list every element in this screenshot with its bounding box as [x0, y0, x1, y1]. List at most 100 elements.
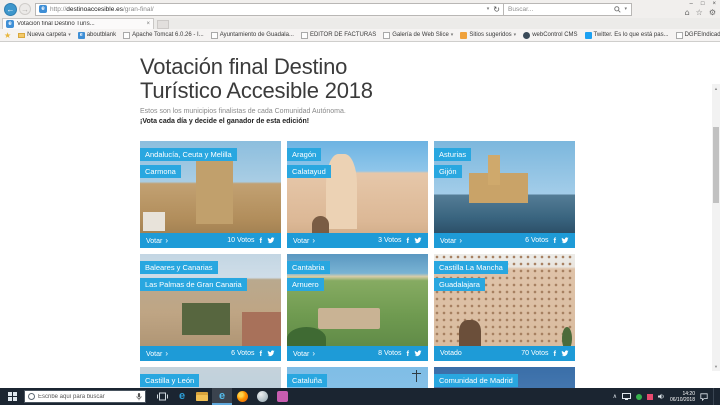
facebook-icon[interactable]: f [407, 236, 410, 245]
speaker-icon[interactable] [658, 393, 665, 400]
region-label: Cantabria [287, 261, 330, 274]
taskbar-search-placeholder: Escribe aquí para buscar [38, 394, 133, 400]
maximize-button[interactable]: □ [701, 0, 705, 8]
clock[interactable]: 14:2006/10/2018 [670, 391, 695, 403]
system-tray: ∧ 14:2006/10/2018 [613, 388, 720, 405]
favorite-ayuntamiento[interactable]: Ayuntamiento de Guadala... [211, 32, 294, 39]
start-button[interactable] [0, 388, 24, 405]
card-las-palmas[interactable]: Baleares y CanariasLas Palmas de Gran Ca… [140, 254, 281, 361]
votar-button[interactable]: Votar› [146, 237, 168, 245]
back-button[interactable]: ← [4, 3, 17, 16]
favorite-apache-tomcat[interactable]: Apache Tomcat 6.0.26 - I... [123, 32, 204, 39]
notification-center-icon[interactable] [700, 393, 708, 401]
edge-taskbar-button[interactable]: e [172, 388, 192, 405]
tray-chevron-up-icon[interactable]: ∧ [613, 394, 617, 400]
favorite-sitios-sugeridos[interactable]: Sitios sugeridos▾ [460, 32, 516, 39]
twitter-icon[interactable] [267, 237, 275, 244]
region-label: Castilla y León [140, 374, 199, 387]
vote-count: 70 Votos [521, 350, 548, 357]
favorite-web-slice[interactable]: Galería de Web Slice▾ [383, 32, 453, 39]
favorite-nueva-carpeta[interactable]: Nueva carpeta▾ [18, 32, 71, 38]
favorite-label: Twitter. Es lo que está pas... [594, 32, 669, 38]
twitter-icon[interactable] [267, 350, 275, 357]
search-dropdown-caret-icon[interactable]: ▾ [624, 6, 627, 12]
region-label: Andalucía, Ceuta y Melilla [140, 148, 237, 161]
facebook-icon[interactable]: f [407, 349, 410, 358]
card-comunidad-de-madrid[interactable]: Comunidad de Madrid [434, 367, 575, 388]
refresh-icon[interactable]: ↻ [493, 5, 500, 14]
favorites-star-icon[interactable]: ☆ [696, 8, 703, 17]
card-calatayud[interactable]: AragónCalatayud Votar› 3 Votosf [287, 141, 428, 248]
scrollbar[interactable]: ▲ ▼ [712, 84, 720, 371]
firefox-taskbar-button[interactable] [232, 388, 252, 405]
search-placeholder: Buscar... [508, 6, 533, 13]
scrollbar-thumb[interactable] [713, 127, 719, 203]
favorite-label: Apache Tomcat 6.0.26 - I... [132, 32, 204, 38]
search-box[interactable]: Buscar... ▾ [504, 3, 632, 16]
home-icon[interactable]: ⌂ [685, 8, 690, 17]
favorites-bar-star-icon[interactable]: ★ [4, 31, 11, 40]
internet-explorer-taskbar-button[interactable]: e [212, 388, 232, 405]
purple-app-taskbar-button[interactable] [272, 388, 292, 405]
new-tab-button[interactable] [157, 20, 169, 29]
tab-close-icon[interactable]: × [146, 21, 150, 27]
minimize-button[interactable]: – [690, 0, 693, 8]
favorite-label: EDITOR DE FACTURAS [310, 32, 376, 38]
votar-button[interactable]: Votar› [440, 237, 462, 245]
url-text[interactable]: http://destinoaccesible.es/gran-final/ [50, 6, 154, 13]
card-guadalajara[interactable]: Castilla La ManchaGuadalajara Votado 70 … [434, 254, 575, 361]
page-icon [211, 32, 218, 39]
scroll-down-icon[interactable]: ▼ [712, 362, 720, 371]
page-icon [123, 32, 130, 39]
card-footer: Votar› 6 Votos f [140, 346, 281, 361]
scroll-up-icon[interactable]: ▲ [712, 84, 720, 93]
close-button[interactable]: × [712, 0, 716, 8]
taskbar: Escribe aquí para buscar e e ∧ 14:2006/1… [0, 388, 720, 405]
facebook-icon[interactable]: f [554, 349, 557, 358]
gray-app-taskbar-button[interactable] [252, 388, 272, 405]
green-app-tray-icon[interactable] [636, 394, 642, 400]
twitter-icon[interactable] [561, 350, 569, 357]
facebook-icon[interactable]: f [260, 349, 263, 358]
votar-button[interactable]: Votar› [146, 350, 168, 358]
file-explorer-taskbar-button[interactable] [192, 388, 212, 405]
taskbar-search[interactable]: Escribe aquí para buscar [24, 390, 146, 403]
favorite-twitter[interactable]: Twitter. Es lo que está pas... [585, 32, 669, 39]
chevron-right-icon: › [459, 236, 462, 245]
favorite-label: Ayuntamiento de Guadala... [220, 32, 294, 38]
card-arnuero[interactable]: CantabriaArnuero Votar› 8 Votosf [287, 254, 428, 361]
card-castilla-y-leon[interactable]: Castilla y León [140, 367, 281, 388]
twitter-icon[interactable] [414, 237, 422, 244]
show-desktop-button[interactable] [713, 388, 716, 405]
vote-count: 3 Votos [378, 237, 401, 244]
twitter-icon[interactable] [414, 350, 422, 357]
favorite-webcontrol-cms[interactable]: webControl CMS [523, 32, 577, 39]
city-label: Guadalajara [434, 278, 485, 291]
region-label: Castilla La Mancha [434, 261, 508, 274]
display-icon[interactable] [622, 393, 631, 400]
card-gijon[interactable]: AsturiasGijón Votar› 6 Votosf [434, 141, 575, 248]
task-view-button[interactable] [152, 388, 172, 405]
vote-count: 6 Votos [231, 350, 254, 357]
red-app-tray-icon[interactable] [647, 394, 653, 400]
votar-button[interactable]: Votar› [293, 237, 315, 245]
search-magnifier-icon[interactable] [614, 6, 621, 13]
twitter-icon[interactable] [561, 237, 569, 244]
facebook-icon[interactable]: f [554, 236, 557, 245]
favorite-editor-facturas[interactable]: EDITOR DE FACTURAS [301, 32, 376, 39]
task-view-icon [157, 392, 168, 401]
favorite-aboutblank[interactable]: eaboutblank [78, 32, 116, 39]
taskbar-apps: e e [152, 388, 292, 405]
votar-button[interactable]: Votar› [293, 350, 315, 358]
card-cataluna[interactable]: Cataluña [287, 367, 428, 388]
card-carmona[interactable]: Andalucía, Ceuta y MelillaCarmona Votar›… [140, 141, 281, 248]
tab-votacion-final[interactable]: e Votación final Destino Turís... × [2, 18, 154, 29]
url-dropdown-caret-icon[interactable]: ▾ [487, 6, 490, 12]
address-bar[interactable]: e http://destinoaccesible.es/gran-final/… [35, 3, 504, 16]
chevron-right-icon: › [312, 236, 315, 245]
page-icon [676, 32, 683, 39]
forward-button[interactable]: → [19, 3, 31, 15]
facebook-icon[interactable]: f [260, 236, 263, 245]
gear-icon[interactable]: ⚙ [709, 8, 716, 17]
favorite-dgfe-indicadores[interactable]: DGFEIndicadores [676, 32, 720, 39]
